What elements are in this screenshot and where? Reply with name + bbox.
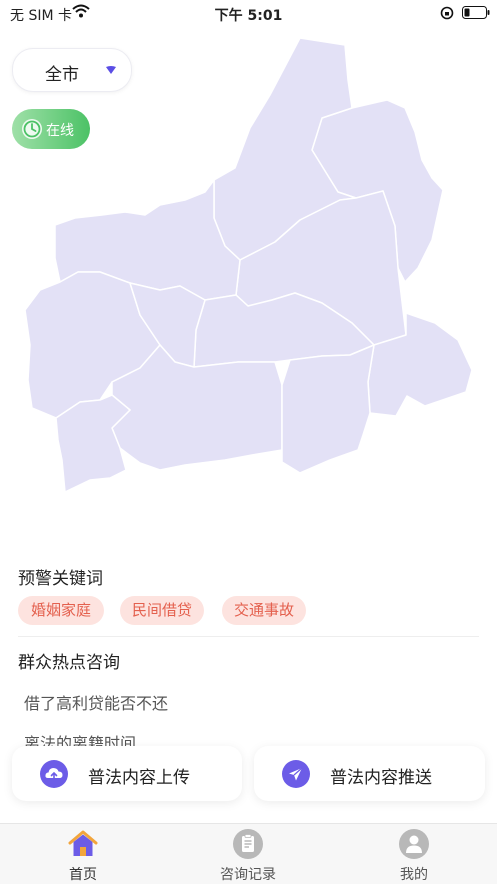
- hot-consultations-title: 群众热点咨询: [18, 653, 120, 673]
- home-icon: [68, 830, 98, 856]
- online-status-label: 在线: [46, 123, 74, 139]
- upload-content-label: 普法内容上传: [88, 768, 190, 788]
- clipboard-icon: [233, 829, 263, 859]
- clock-icon: [22, 119, 42, 139]
- keyword-tag[interactable]: 民间借贷: [120, 596, 204, 625]
- tab-profile[interactable]: 我的: [354, 824, 474, 884]
- chevron-down-icon: [106, 66, 116, 74]
- section-divider: [18, 636, 479, 637]
- push-content-button[interactable]: 普法内容推送: [254, 746, 485, 801]
- keyword-tag[interactable]: 交通事故: [222, 596, 306, 625]
- cloud-upload-icon: [40, 760, 68, 788]
- city-selector[interactable]: 全市: [12, 48, 132, 92]
- warning-keywords-title: 预警关键词: [18, 569, 103, 589]
- orientation-lock-icon: [440, 6, 454, 20]
- profile-icon: [399, 829, 429, 859]
- map-region-south: [281, 344, 375, 474]
- push-content-label: 普法内容推送: [330, 768, 432, 788]
- battery-icon: [462, 6, 490, 19]
- tab-consult-records[interactable]: 咨询记录: [188, 824, 308, 884]
- tab-consult-records-label: 咨询记录: [220, 867, 276, 883]
- upload-content-button[interactable]: 普法内容上传: [12, 746, 242, 801]
- city-selector-label: 全市: [45, 65, 79, 85]
- status-time: 下午 5:01: [214, 8, 283, 24]
- send-icon: [282, 760, 310, 788]
- tab-home-label: 首页: [69, 867, 97, 883]
- status-bar: 无 SIM 卡 下午 5:01: [0, 0, 497, 26]
- tab-profile-label: 我的: [400, 867, 428, 883]
- online-status-toggle[interactable]: 在线: [12, 109, 90, 149]
- hot-consultation-item[interactable]: 借了高利贷能否不还: [24, 690, 168, 714]
- tab-home[interactable]: 首页: [23, 824, 143, 884]
- keyword-tag[interactable]: 婚姻家庭: [18, 596, 104, 625]
- tab-bar: 首页 咨询记录 我的: [0, 823, 497, 884]
- district-map[interactable]: [0, 30, 497, 500]
